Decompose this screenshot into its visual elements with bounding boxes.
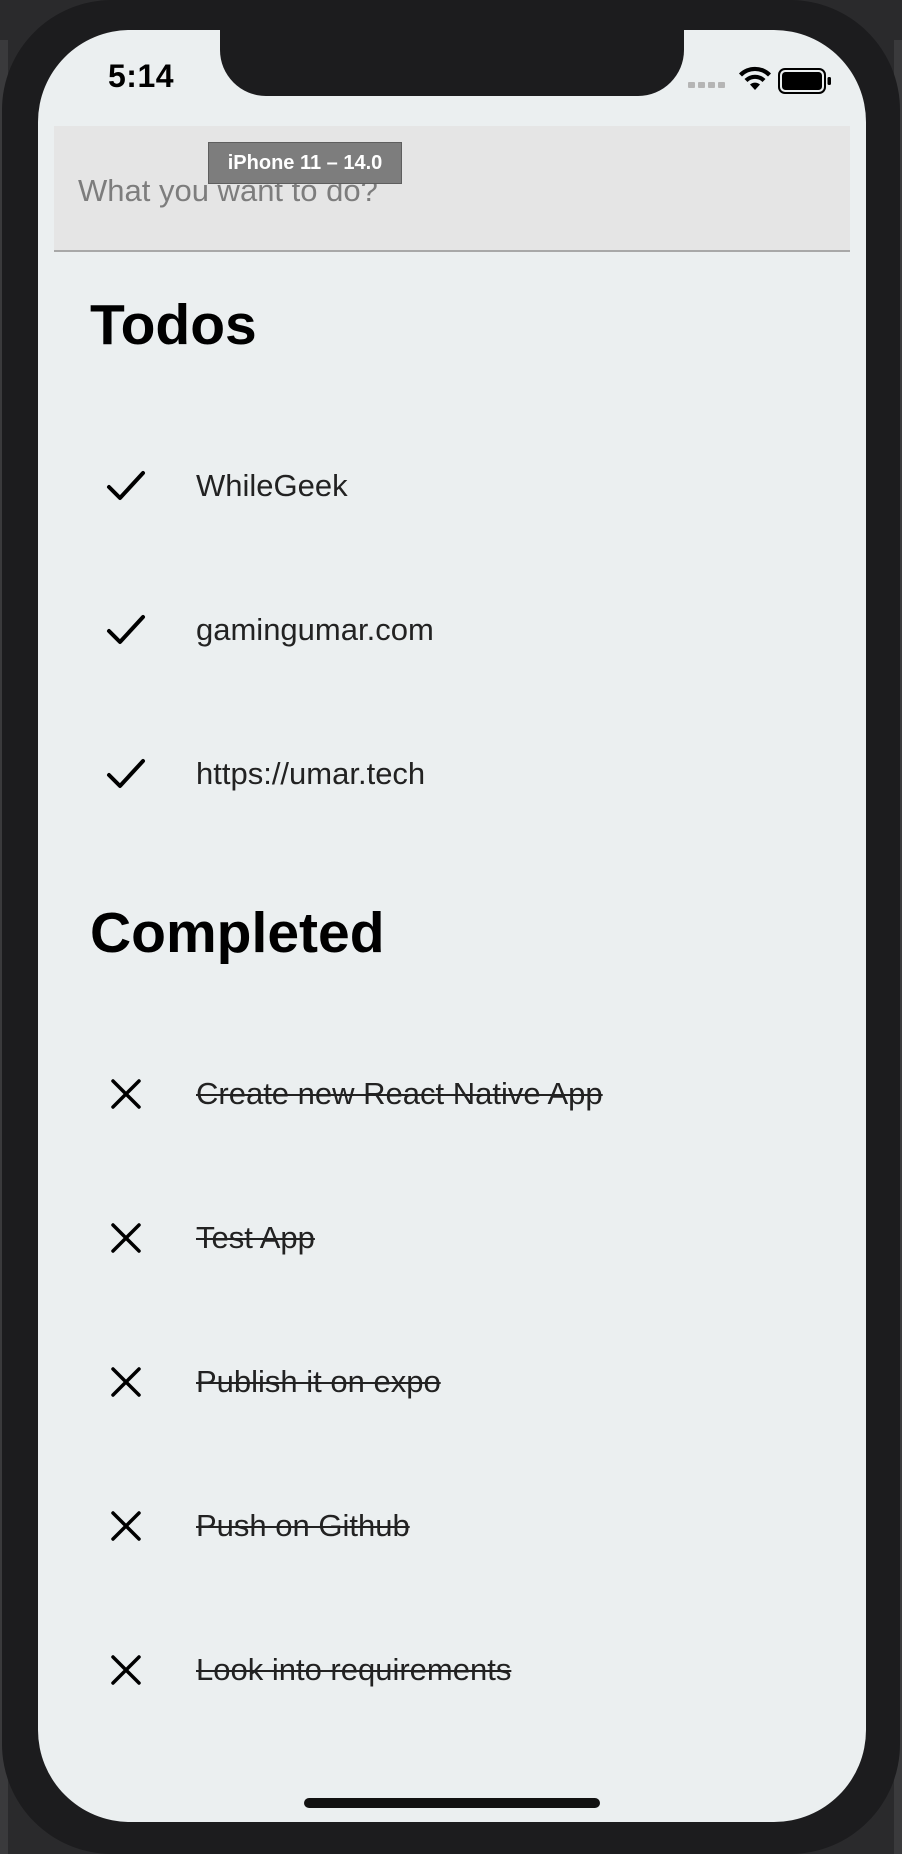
close-icon[interactable] <box>90 1346 162 1418</box>
todos-heading: Todos <box>90 293 257 357</box>
completed-item[interactable]: Create new React Native App <box>90 1054 810 1134</box>
close-icon[interactable] <box>90 1202 162 1274</box>
status-time: 5:14 <box>108 58 175 94</box>
iphone-frame: 5:14 iPhone 11 – 14.0 Todos WhileGeek <box>2 0 900 1854</box>
completed-heading: Completed <box>90 901 385 965</box>
app-screen: 5:14 iPhone 11 – 14.0 Todos WhileGeek <box>38 30 866 1822</box>
completed-item[interactable]: Push on Github <box>90 1486 810 1566</box>
todo-item[interactable]: gamingumar.com <box>90 590 810 670</box>
home-indicator[interactable] <box>304 1798 600 1808</box>
simulator-device-tooltip: iPhone 11 – 14.0 <box>208 142 402 184</box>
todo-item[interactable]: WhileGeek <box>90 446 810 526</box>
todo-item[interactable]: https://umar.tech <box>90 734 810 814</box>
device-notch <box>220 30 684 96</box>
checkmark-icon[interactable] <box>90 450 162 522</box>
completed-item[interactable]: Publish it on expo <box>90 1342 810 1422</box>
close-icon[interactable] <box>90 1490 162 1562</box>
completed-item-text: Publish it on expo <box>196 1364 441 1399</box>
todo-item-text: https://umar.tech <box>196 756 426 791</box>
todo-item-text: gamingumar.com <box>196 612 434 647</box>
battery-icon <box>778 68 831 94</box>
todo-item-text: WhileGeek <box>196 468 348 503</box>
todo-input[interactable] <box>54 126 850 250</box>
close-icon[interactable] <box>90 1634 162 1706</box>
checkmark-icon[interactable] <box>90 594 162 666</box>
wifi-icon <box>739 66 771 90</box>
completed-item-text: Create new React Native App <box>196 1076 603 1111</box>
completed-item-text: Push on Github <box>196 1508 410 1543</box>
completed-item-text: Look into requirements <box>196 1652 512 1687</box>
completed-item-text: Test App <box>196 1220 315 1255</box>
cellular-signal-icon <box>688 82 725 88</box>
todo-input-container <box>54 126 850 252</box>
checkmark-icon[interactable] <box>90 738 162 810</box>
close-icon[interactable] <box>90 1058 162 1130</box>
completed-item[interactable]: Test App <box>90 1198 810 1278</box>
completed-item[interactable]: Look into requirements <box>90 1630 810 1710</box>
